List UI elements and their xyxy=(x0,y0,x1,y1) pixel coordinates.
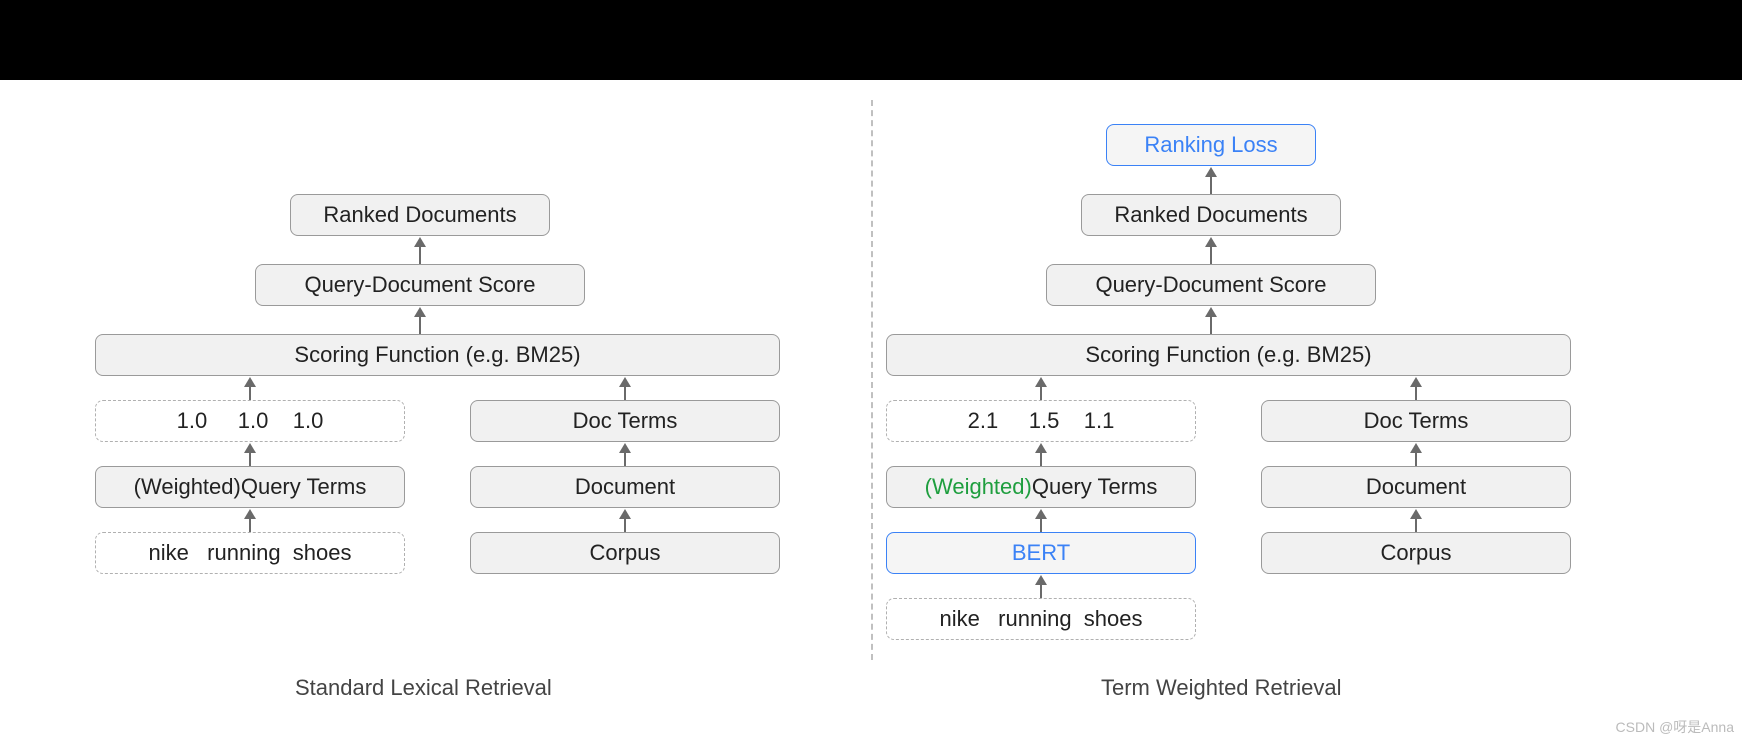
weighted-prefix: (Weighted) xyxy=(134,474,241,500)
weights-box: 2.1 1.5 1.1 xyxy=(886,400,1196,442)
document-box: Document xyxy=(470,466,780,508)
corpus-label: Corpus xyxy=(1381,540,1452,566)
ranked-documents-label: Ranked Documents xyxy=(323,202,516,228)
scoring-function-box: Scoring Function (e.g. BM25) xyxy=(95,334,780,376)
corpus-label: Corpus xyxy=(590,540,661,566)
query-doc-score-box: Query-Document Score xyxy=(255,264,585,306)
weighted-query-terms-box: (Weighted) Query Terms xyxy=(95,466,405,508)
weighted-query-terms-box: (Weighted) Query Terms xyxy=(886,466,1196,508)
doc-terms-label: Doc Terms xyxy=(573,408,678,434)
right-caption: Term Weighted Retrieval xyxy=(1101,675,1341,701)
document-box: Document xyxy=(1261,466,1571,508)
bert-label: BERT xyxy=(1012,540,1070,566)
corpus-box: Corpus xyxy=(470,532,780,574)
query-doc-score-label: Query-Document Score xyxy=(1095,272,1326,298)
document-label: Document xyxy=(575,474,675,500)
query-doc-score-label: Query-Document Score xyxy=(304,272,535,298)
black-header-bar xyxy=(0,0,1742,80)
query-terms-rest: Query Terms xyxy=(1032,474,1158,500)
document-label: Document xyxy=(1366,474,1466,500)
left-caption: Standard Lexical Retrieval xyxy=(295,675,552,701)
bert-box: BERT xyxy=(886,532,1196,574)
doc-terms-box: Doc Terms xyxy=(470,400,780,442)
ranked-documents-box: Ranked Documents xyxy=(1081,194,1341,236)
doc-terms-box: Doc Terms xyxy=(1261,400,1571,442)
weights-label: 1.0 1.0 1.0 xyxy=(177,408,324,434)
ranking-loss-label: Ranking Loss xyxy=(1144,132,1277,158)
scoring-function-box: Scoring Function (e.g. BM25) xyxy=(886,334,1571,376)
doc-terms-label: Doc Terms xyxy=(1364,408,1469,434)
corpus-box: Corpus xyxy=(1261,532,1571,574)
query-text-box: nike running shoes xyxy=(886,598,1196,640)
query-terms-rest: Query Terms xyxy=(241,474,367,500)
diagram-canvas: Ranked Documents Query-Document Score Sc… xyxy=(80,80,1662,720)
weighted-prefix-green: (Weighted) xyxy=(925,474,1032,500)
left-panel: Ranked Documents Query-Document Score Sc… xyxy=(80,80,871,720)
scoring-function-label: Scoring Function (e.g. BM25) xyxy=(1085,342,1371,368)
ranking-loss-box: Ranking Loss xyxy=(1106,124,1316,166)
query-text-label: nike running shoes xyxy=(939,606,1142,632)
query-doc-score-box: Query-Document Score xyxy=(1046,264,1376,306)
weights-label: 2.1 1.5 1.1 xyxy=(968,408,1115,434)
right-panel: Ranking Loss Ranked Documents Query-Docu… xyxy=(871,80,1662,720)
scoring-function-label: Scoring Function (e.g. BM25) xyxy=(294,342,580,368)
query-text-box: nike running shoes xyxy=(95,532,405,574)
ranked-documents-label: Ranked Documents xyxy=(1114,202,1307,228)
weights-box: 1.0 1.0 1.0 xyxy=(95,400,405,442)
query-text-label: nike running shoes xyxy=(148,540,351,566)
ranked-documents-box: Ranked Documents xyxy=(290,194,550,236)
watermark-text: CSDN @呀是Anna xyxy=(1616,717,1734,737)
